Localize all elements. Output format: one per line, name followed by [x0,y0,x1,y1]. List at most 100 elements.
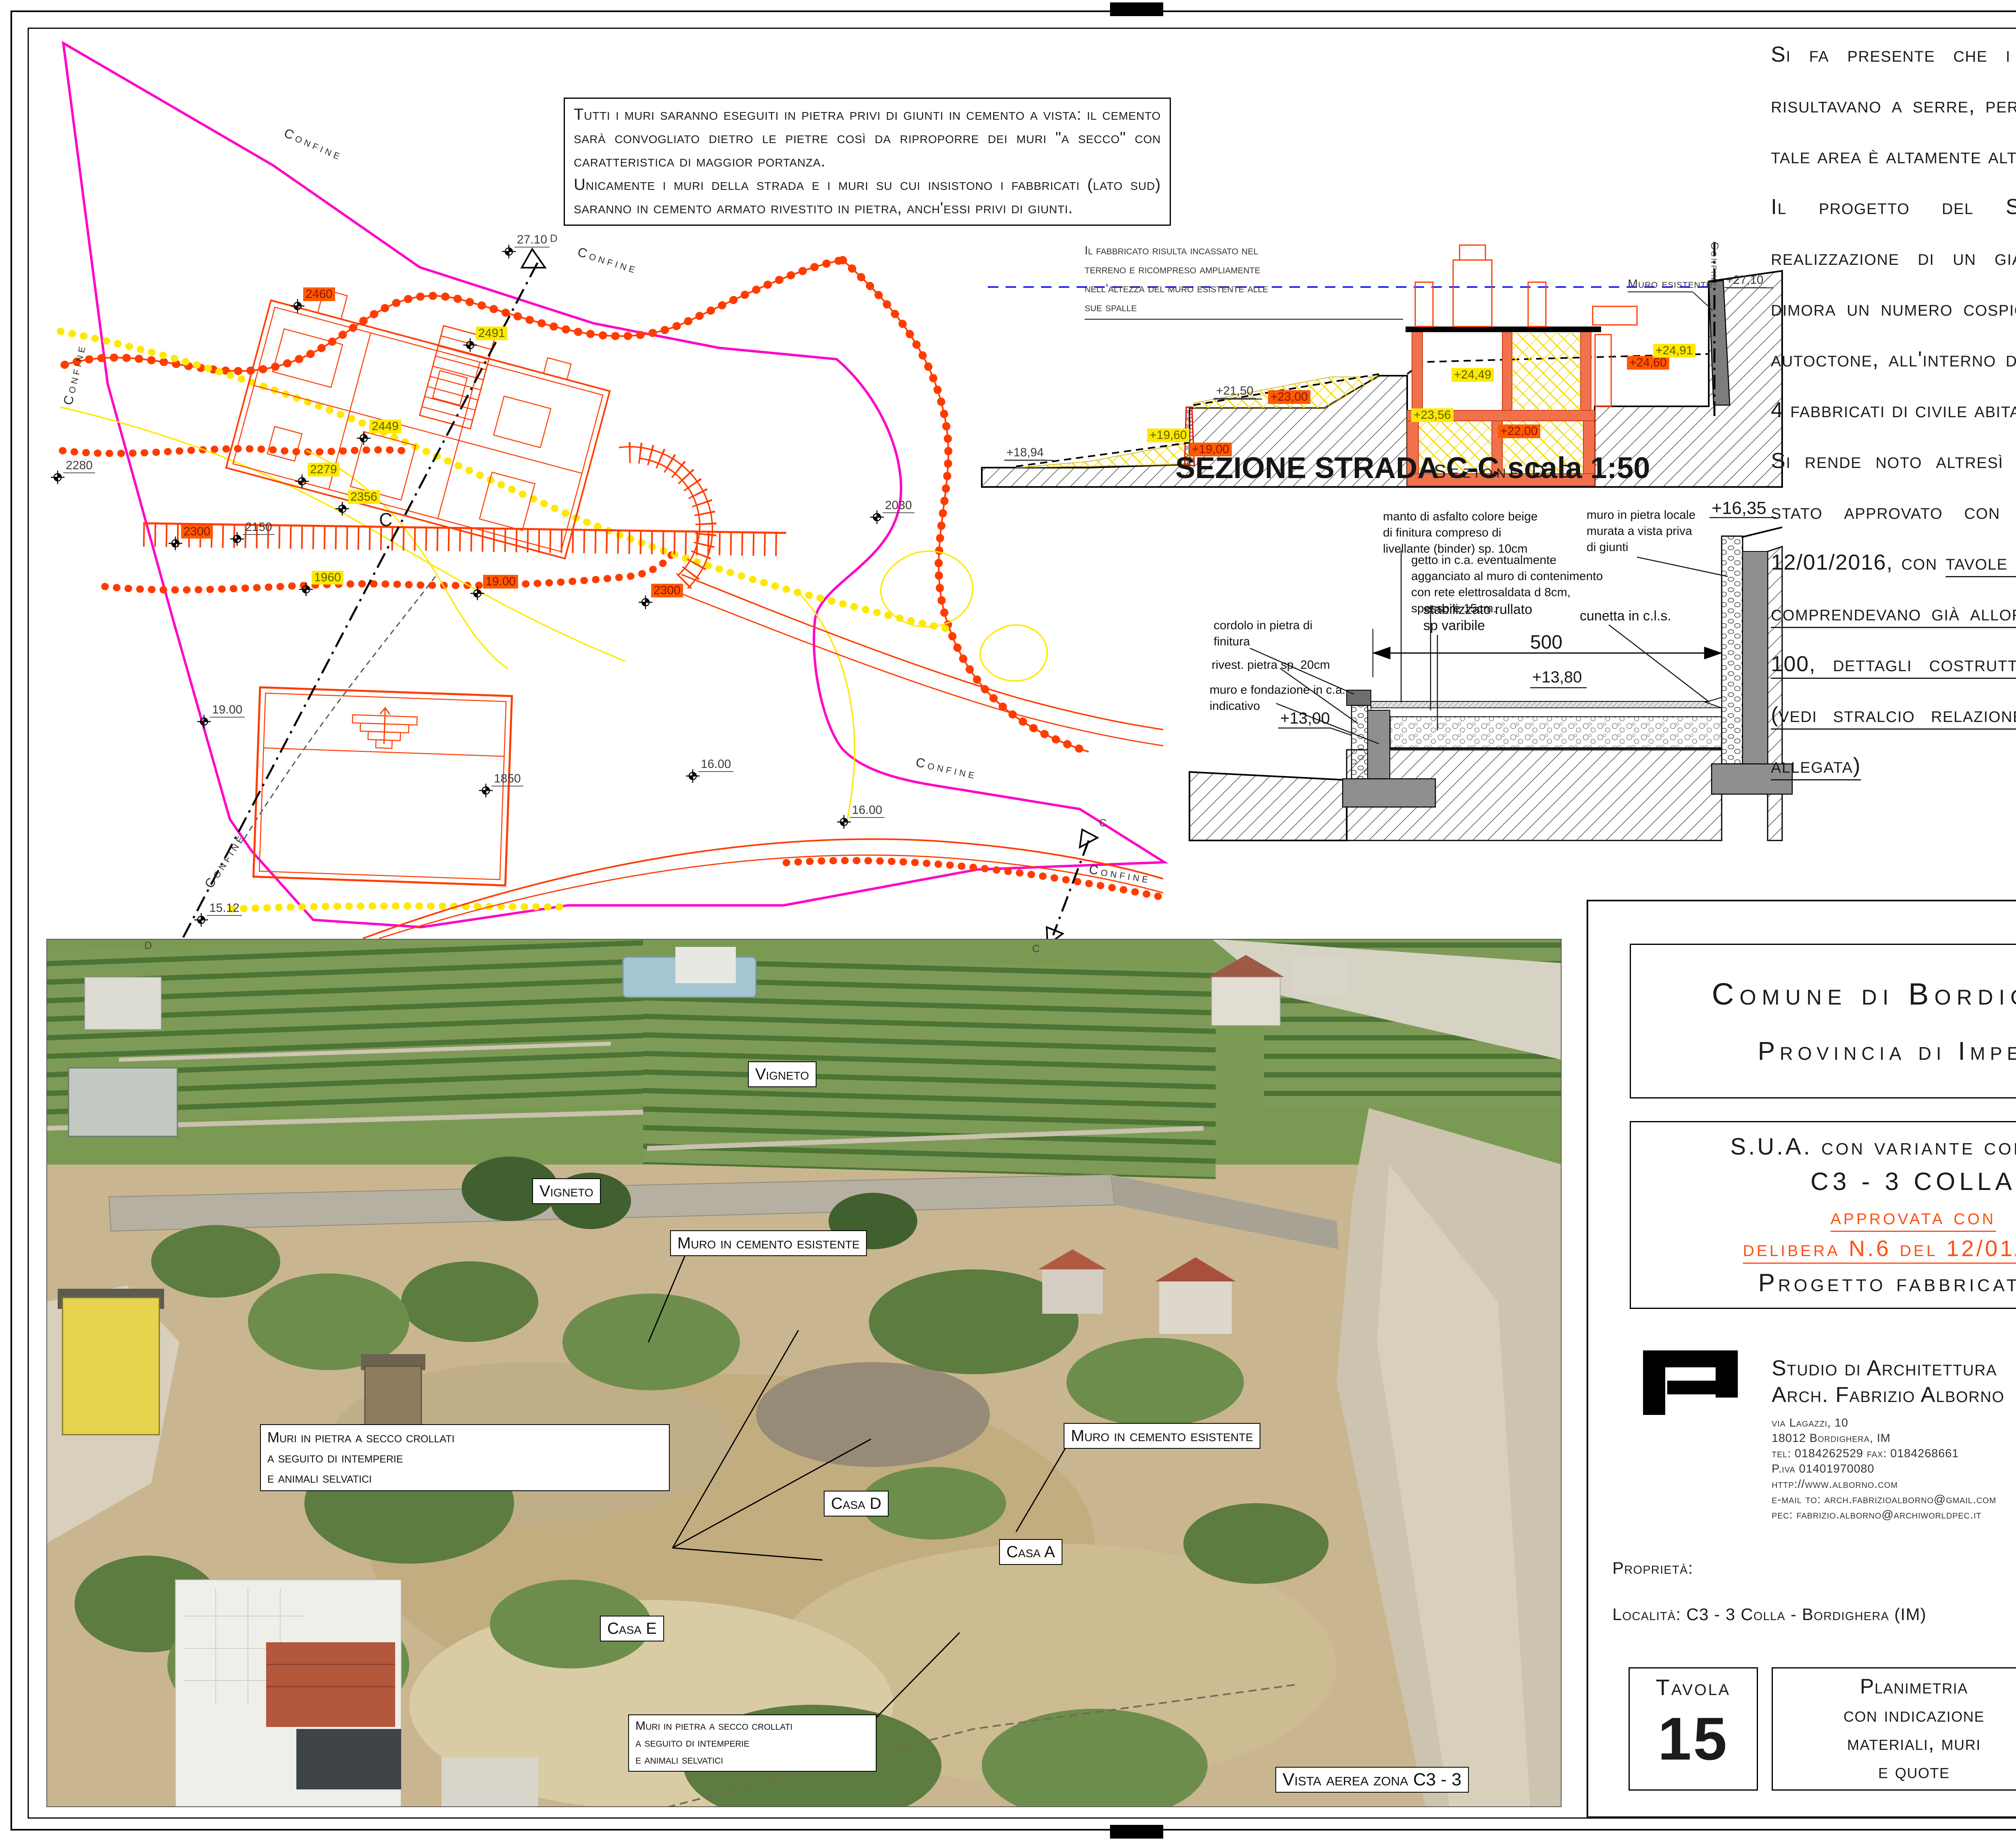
comune-box: Comune di Bordighera Provincia di Imperi… [1630,944,2016,1098]
photo-label-casa-a: Casa A [999,1539,1062,1565]
elevation-tag: 15.12 [207,901,242,916]
muro-esistente-label: Muro esistente [1628,277,1712,291]
section-c-marker-label: C [1032,942,1040,955]
dd-note: Il fabbricato risulta incassato nel terr… [1085,241,1294,317]
dd-elevation: +27,10 [1724,273,1766,288]
masonry-note-p1: Tutti i muri saranno eseguiti in pietra … [565,99,1170,173]
photo-label-casa-e: Casa E [600,1616,664,1641]
existing-stone-walls [62,260,1161,897]
tavola-box: Tavola 15 [1629,1667,1758,1791]
dd-elevation: +23,56 [1411,408,1454,422]
elevation-tag: 19.00 [210,703,245,718]
approvata-text: approvata con [1831,1204,1996,1229]
project-description: Si fa presente che i terreni in oggetto … [1771,29,2016,791]
dd-elevation: +21,50 [1214,384,1256,399]
tavola-label: Tavola [1630,1674,1757,1700]
zona-line: C3 - 3 COLLA [1810,1167,2016,1196]
confine-label-dd: Confine [1708,242,1721,288]
address-line: via Lagazzi, 10 [1772,1415,1996,1431]
masonry-note-box: Tutti i muri saranno eseguiti in pietra … [564,98,1171,226]
project-title-box: S.U.A. con variante connessa C3 - 3 COLL… [1630,1121,2016,1309]
elevation-tag: 2449 [369,420,401,433]
dd-elevation: +24,49 [1452,368,1494,382]
section-d-marker-label: D [550,232,558,245]
cc-elevation: +13,00 [1280,709,1330,728]
photo-label-casa-d: Casa D [824,1491,889,1516]
elevation-tag: 16.00 [850,803,885,818]
photo-label-muri-crollati: Muri in pietra a secco crollati a seguit… [260,1424,670,1491]
fold-mark-bottom [1110,1825,1163,1839]
studio-name: Studio di Architettura Arch. Fabrizio Al… [1772,1355,2005,1408]
localita-label: Località: C3 - 3 Colla - Bordighera (IM) [1612,1605,1926,1624]
studio-line-1: Studio di Architettura [1772,1355,2005,1381]
cc-callout: muro in pietra locale murata a vista pri… [1587,507,1695,555]
cc-callout: cordolo in pietra di finitura [1214,618,1312,650]
masonry-note-p2: Unicamente i muri della strada e i muri … [565,173,1170,225]
elevation-tag: 2356 [348,490,380,504]
building-c-label: C [379,509,393,530]
asphalt-layer [1371,701,1722,708]
building-c-outline [226,277,616,558]
elevation-tag: 2300 [651,584,683,597]
elevation-tag: 1960 [312,571,344,585]
photo-label-muri-crollati: Muri in pietra a secco crollati a seguit… [628,1714,877,1772]
stone-wall-right [1722,536,1743,764]
address-line: tel: 0184262529 fax: 0184268661 [1772,1446,1996,1461]
progetto-line: Progetto fabbricato C [1758,1269,2016,1297]
elevation-tag: 2300 [181,525,213,539]
elevation-tag: 2460 [303,287,335,301]
elevation-tag: 19.00 [483,575,518,589]
dd-elevation: +24,91 [1653,344,1695,358]
dd-elevation: +24,60 [1627,356,1669,370]
description-p1: Si fa presente che i terreni in oggetto … [1771,29,2016,181]
photo-label-muro-cemento: Muro in cemento esistente [1064,1423,1260,1449]
elevation-tag: 27.10 [514,233,550,248]
project-walls [60,331,1047,909]
approvata-line: approvata con [1831,1203,1996,1229]
address-line: http://www.alborno.com [1772,1477,1996,1492]
address-line: e-mail to: arch.fabrizioalborno@gmail.co… [1772,1492,1996,1507]
elevation-tag: 2150 [243,520,275,535]
photo-label-vista-aerea: Vista aerea zona C3 - 3 [1275,1767,1469,1793]
dd-elevation: +19,60 [1147,429,1189,442]
address-line: pec: fabrizio.alborno@archiworldpec.it [1772,1507,1996,1523]
curved-ramp [619,447,712,589]
section-cc-trace [1047,830,1098,945]
cc-callout: cunetta in c.l.s. [1580,608,1671,624]
dd-elevation: +18,94 [1004,446,1046,460]
section-d-marker-label: D [144,939,152,952]
dd-elevation: +22,00 [1498,424,1540,438]
elevation-tag: 2030 [883,499,914,513]
elevation-tag: 2279 [308,463,339,476]
address-line: P.iva 01401970080 [1772,1461,1996,1477]
dashed-path [242,576,435,842]
drawing-title: Planimetria con indicazione materiali, m… [1843,1673,1985,1785]
muro-esistente-leader [1628,292,1713,310]
proprieta-label: Proprietà: [1612,1558,1693,1578]
cc-callout: stabilizzato rullato sp varibile [1423,601,1532,634]
elevation-tag: 2280 [63,459,95,473]
elevation-tag: 16.00 [698,757,733,772]
photo-label-vigneto: Vigneto [532,1178,601,1204]
dd-elevation: +23,00 [1268,390,1310,404]
gravel-layer [1390,717,1722,748]
cc-dim-value: 500 [1530,631,1562,653]
elevation-tag: 2491 [476,327,508,340]
description-p3-underlined: tavole grafiche allegate che comprendeva… [1771,550,2016,778]
comune-title: Comune di Bordighera [1712,977,2016,1012]
fold-mark-top [1110,2,1163,16]
concrete-wall-right [1743,551,1768,764]
terrain-cc-left [1189,772,1347,840]
photo-label-vigneto: Vigneto [748,1061,816,1087]
delibera-line: delibera N.6 del 12/01/2016 [1743,1235,2016,1261]
section-c-marker-label: C [1099,817,1107,829]
description-p2: Il progetto del S.U.A. prevede la realiz… [1771,181,2016,435]
section-cc-title: SEZIONE STRADA C-C scala 1:50 [1175,451,1650,485]
photo-label-muro-cemento: Muro in cemento esistente [670,1230,867,1256]
cc-callout: manto di asfalto colore beige di finitur… [1383,509,1538,557]
drawing-title-box: Planimetria con indicazione materiali, m… [1772,1667,2016,1791]
cc-callout: rivest. pietra sp. 20cm [1212,657,1330,673]
cc-elevation: +13,80 [1532,668,1582,686]
delibera-text: delibera N.6 del 12/01/2016 [1743,1236,2016,1261]
studio-line-2: Arch. Fabrizio Alborno [1772,1381,2005,1408]
